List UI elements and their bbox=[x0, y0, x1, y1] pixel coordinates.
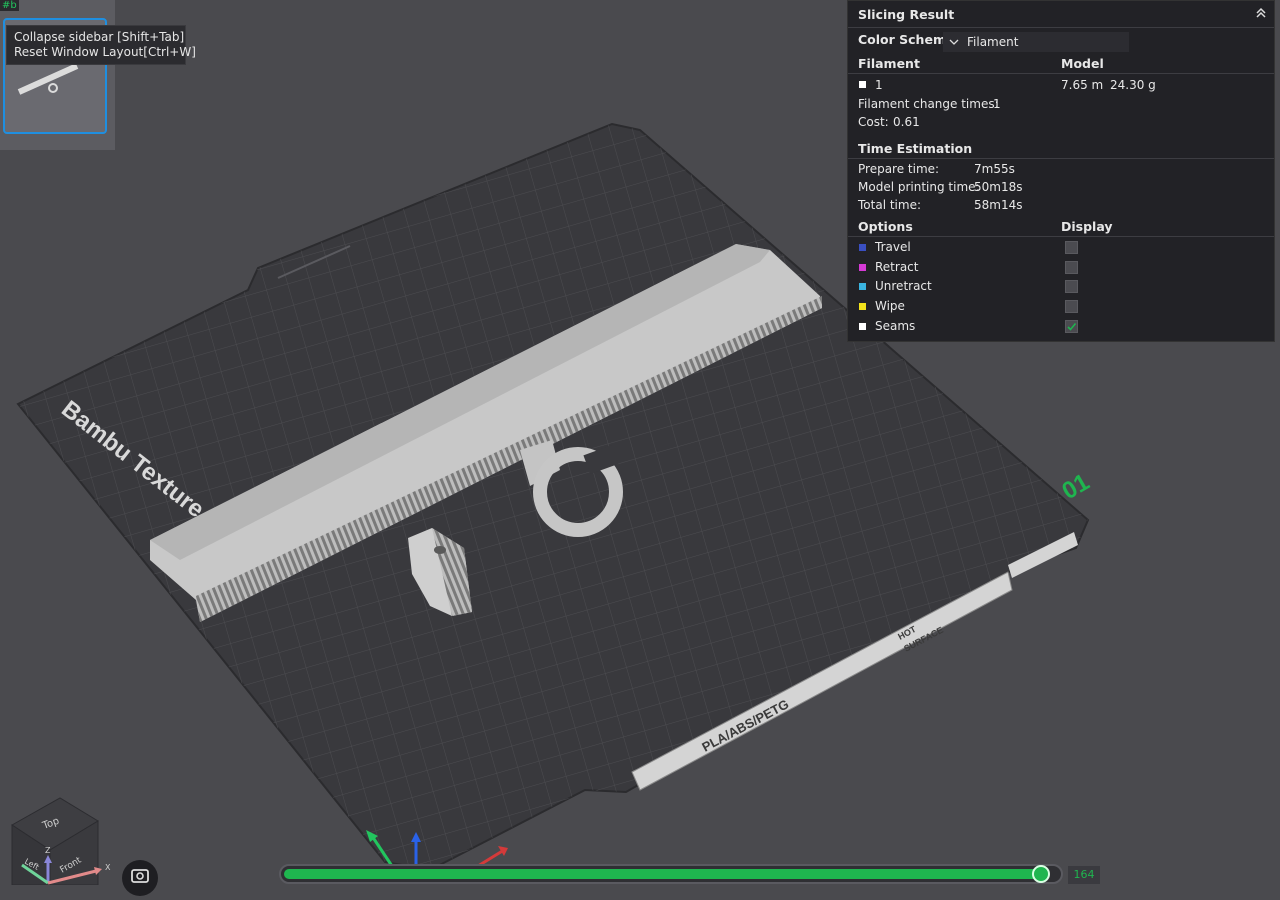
option-label-seams: Seams bbox=[875, 319, 916, 333]
travel-swatch bbox=[859, 244, 866, 251]
seams-swatch bbox=[859, 323, 866, 330]
color-scheme-value: Filament bbox=[967, 35, 1019, 49]
time-estimation-header: Time Estimation bbox=[858, 141, 973, 156]
wipe-swatch bbox=[859, 303, 866, 310]
checkbox-travel[interactable] bbox=[1065, 241, 1078, 254]
layer-value: 164 bbox=[1068, 866, 1100, 884]
navcube-z-label: Z bbox=[45, 846, 51, 855]
change-times-value: 1 bbox=[993, 97, 1001, 111]
layer-slider-fill bbox=[284, 869, 1042, 879]
prepare-time-label: Prepare time: bbox=[858, 162, 940, 176]
navigation-cube[interactable]: Top Left Front Z X bbox=[0, 795, 120, 885]
tooltip-reset-layout: Reset Window Layout[Ctrl+W] bbox=[14, 45, 196, 59]
filament-id: 1 bbox=[875, 78, 883, 92]
view-mode-button[interactable] bbox=[122, 860, 158, 896]
total-time-label: Total time: bbox=[858, 198, 921, 212]
display-header: Display bbox=[1061, 219, 1113, 234]
slicing-result-panel: Slicing Result Color Scheme Filament Fil… bbox=[847, 0, 1275, 342]
prepare-time-value: 7m55s bbox=[974, 162, 1015, 176]
filament-color-swatch bbox=[859, 81, 866, 88]
filament-header: Filament bbox=[858, 56, 920, 71]
sidebar-tooltip: Collapse sidebar [Shift+Tab] Reset Windo… bbox=[6, 25, 196, 65]
option-label-wipe: Wipe bbox=[875, 299, 905, 313]
filament-weight: 24.30 g bbox=[1110, 78, 1156, 92]
option-label-travel: Travel bbox=[875, 240, 911, 254]
option-label-unretract: Unretract bbox=[875, 279, 932, 293]
model-time-label: Model printing time: bbox=[858, 180, 980, 194]
camera-view-icon bbox=[131, 869, 149, 883]
option-label-retract: Retract bbox=[875, 260, 919, 274]
change-times-label: Filament change times: bbox=[858, 97, 999, 111]
filament-length: 7.65 m bbox=[1061, 78, 1104, 92]
checkbox-seams[interactable] bbox=[1065, 320, 1078, 333]
chevron-down-icon bbox=[949, 39, 959, 45]
panel-title: Slicing Result bbox=[858, 7, 955, 22]
checkbox-wipe[interactable] bbox=[1065, 300, 1078, 313]
layer-slider[interactable] bbox=[279, 864, 1063, 885]
color-scheme-select[interactable]: Filament bbox=[943, 32, 1129, 52]
total-time-value: 58m14s bbox=[974, 198, 1023, 212]
unretract-swatch bbox=[859, 283, 866, 290]
checkmark-icon bbox=[1067, 322, 1077, 331]
tooltip-collapse-sidebar: Collapse sidebar [Shift+Tab] bbox=[14, 30, 185, 44]
checkbox-unretract[interactable] bbox=[1065, 280, 1078, 293]
plate-thumbnail-panel[interactable]: #b bbox=[0, 0, 115, 150]
options-header: Options bbox=[858, 219, 913, 234]
collapse-chevron-icon[interactable] bbox=[1254, 6, 1268, 20]
model-header: Model bbox=[1061, 56, 1104, 71]
model-time-value: 50m18s bbox=[974, 180, 1023, 194]
color-scheme-label: Color Scheme bbox=[858, 32, 955, 47]
navcube-x-label: X bbox=[105, 863, 111, 872]
retract-swatch bbox=[859, 264, 866, 271]
thumbnail-tag: #b bbox=[0, 0, 19, 11]
checkbox-retract[interactable] bbox=[1065, 261, 1078, 274]
cost-label: Cost: bbox=[858, 115, 889, 129]
cost-value: 0.61 bbox=[893, 115, 920, 129]
